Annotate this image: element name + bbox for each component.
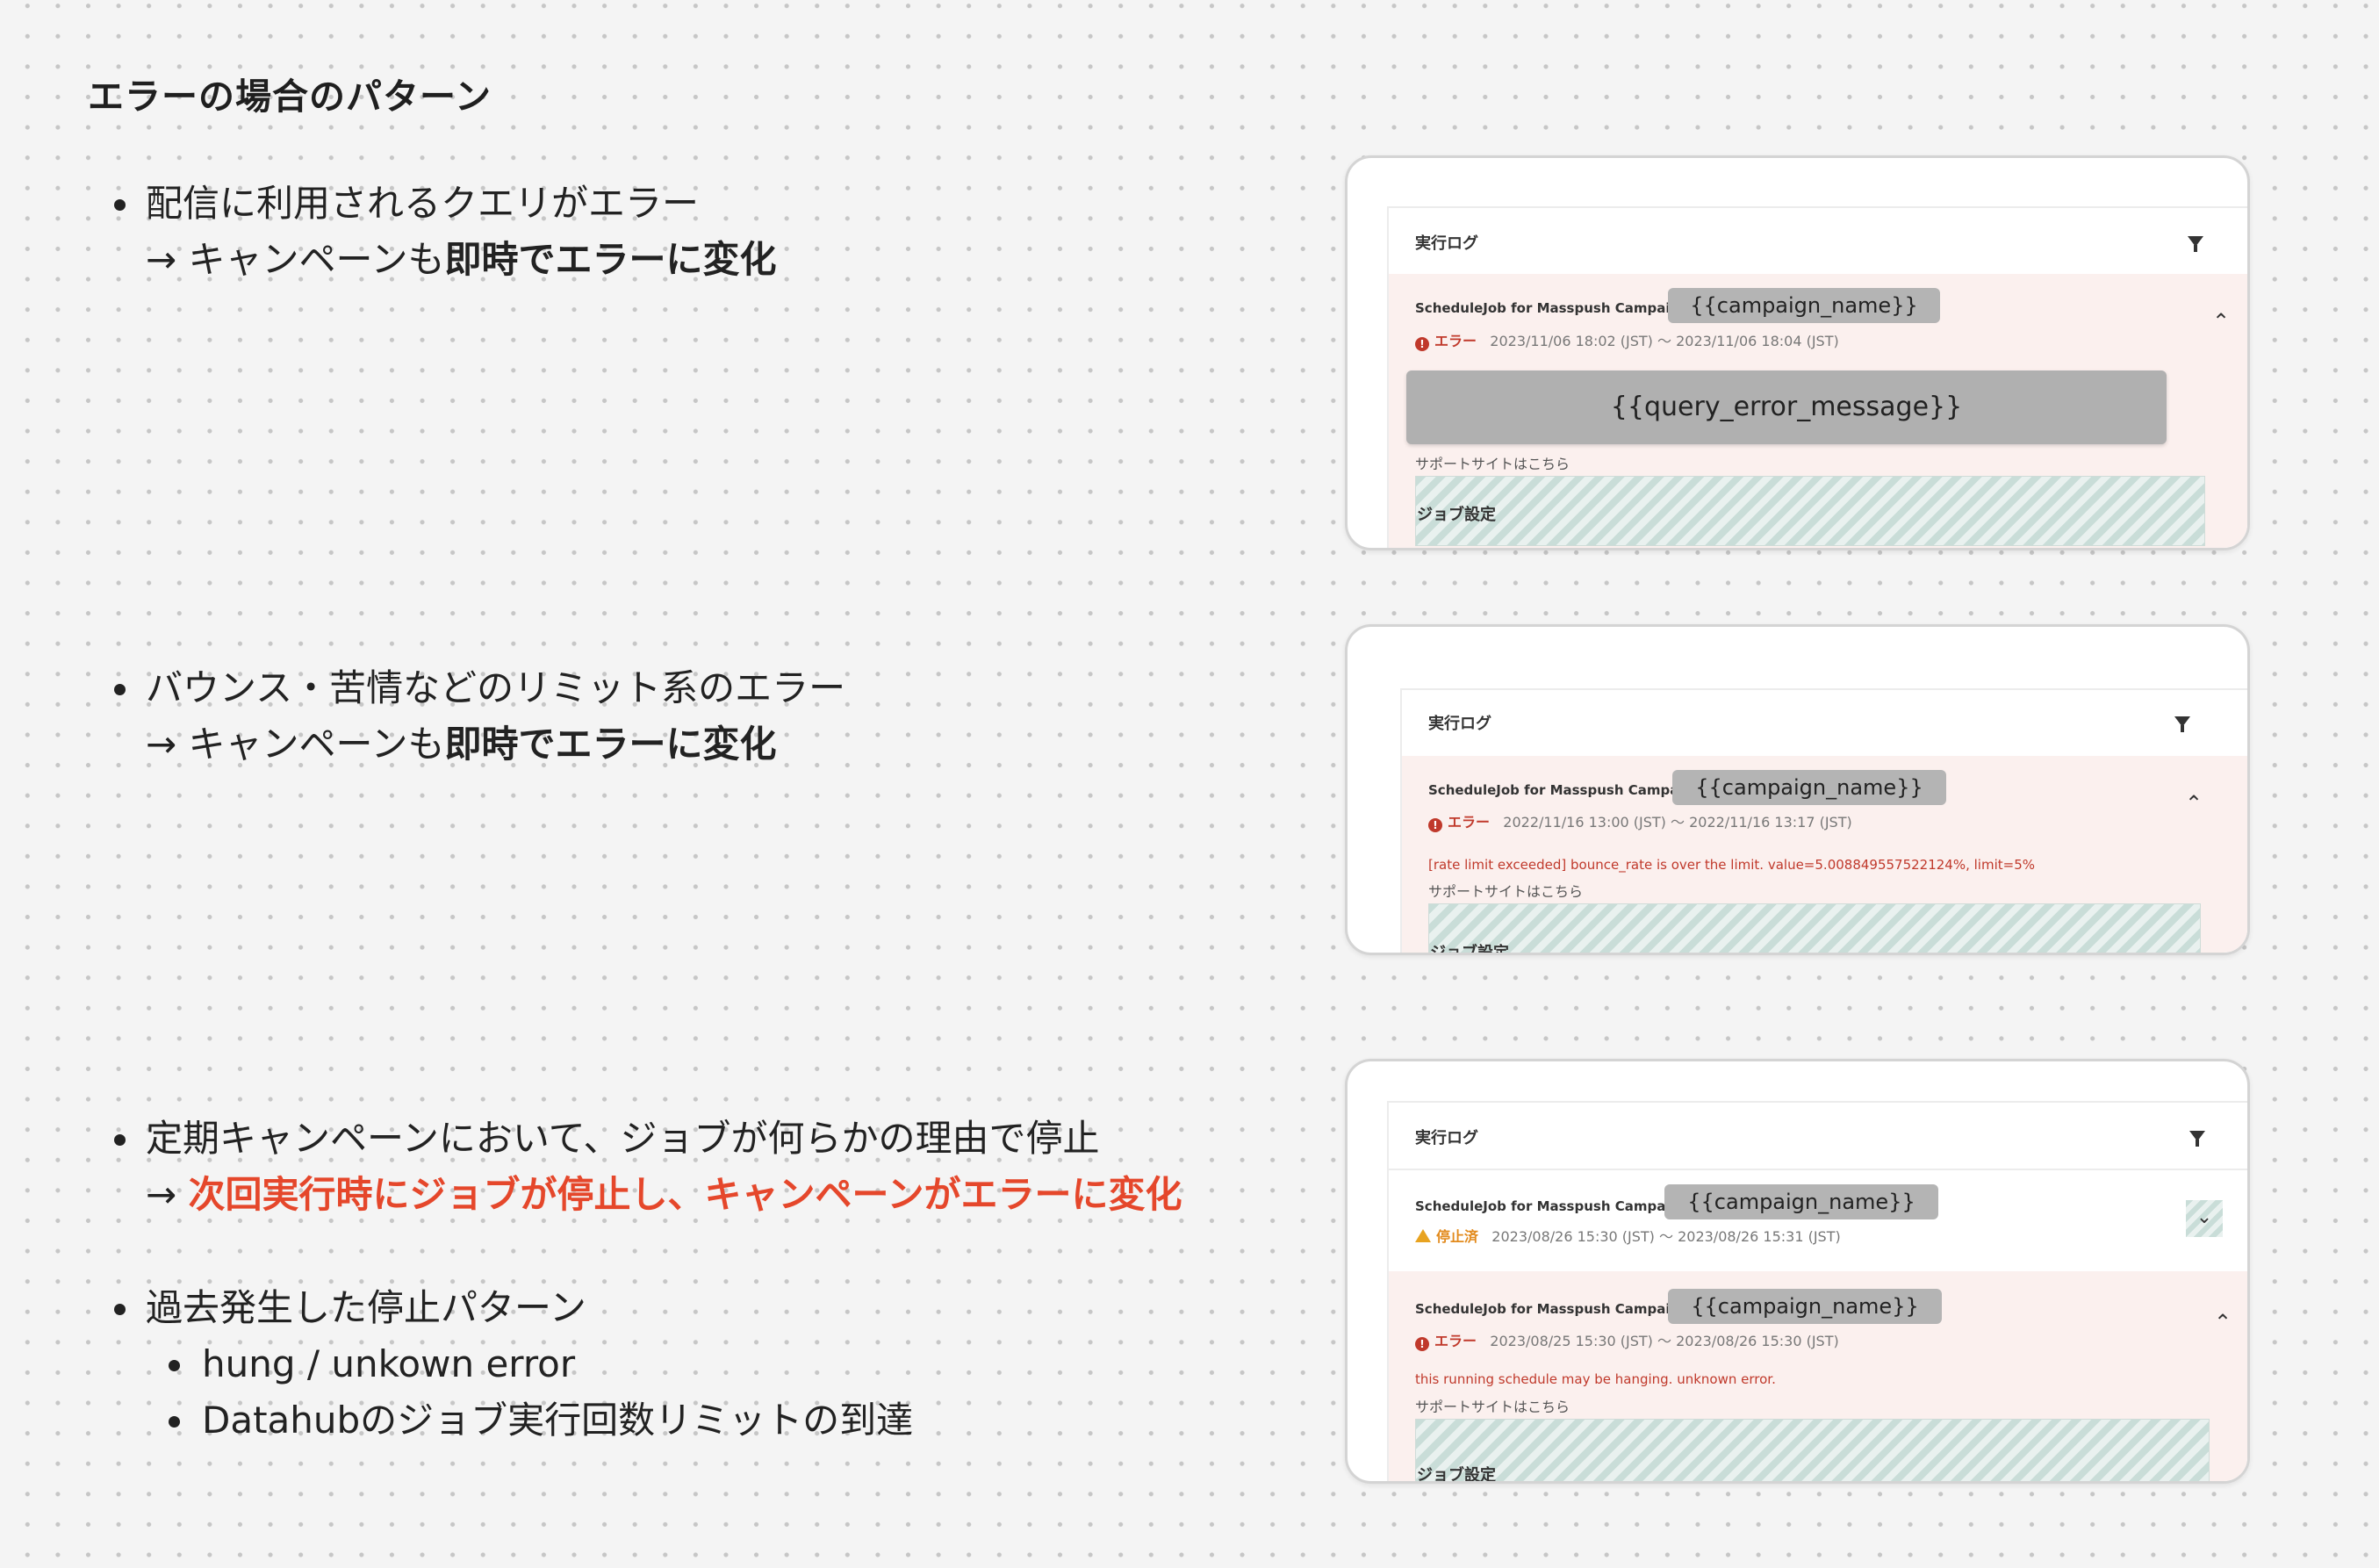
emphasis-text: 即時でエラーに変化: [444, 238, 777, 281]
bullet-text: 定期キャンペーンにおいて、ジョブが何らかの理由で停止: [146, 1117, 1100, 1160]
screenshot-card-limit-error: 実行ログ ScheduleJob for Masspush Campaign: …: [1345, 624, 2250, 955]
status-line: ! エラー 2023/08/25 15:30 (JST) 〜 2023/08/26…: [1415, 1329, 1839, 1351]
time-range: 2023/11/06 18:02 (JST) 〜 2023/11/06 18:0…: [1490, 333, 1839, 349]
bullet-dot: [169, 1360, 180, 1371]
filter-icon[interactable]: [2174, 716, 2190, 732]
filter-icon[interactable]: [2189, 1131, 2205, 1147]
status-line: 停止済 2023/08/26 15:30 (JST) 〜 2023/08/26 …: [1415, 1225, 1841, 1246]
execution-log-panel: 実行ログ ScheduleJob for Masspush Campaign: …: [1387, 1101, 2247, 1484]
log-header: 実行ログ: [1415, 234, 1478, 253]
error-message: this running schedule may be hanging. un…: [1415, 1371, 1776, 1387]
job-settings-section: [1415, 1419, 2210, 1481]
support-link[interactable]: サポートサイトはこちら: [1415, 452, 1570, 473]
arrow-text: → キャンペーンも: [146, 238, 445, 281]
status-label: エラー: [1448, 814, 1491, 831]
time-range: 2022/11/16 13:00 (JST) 〜 2022/11/16 13:1…: [1503, 814, 1852, 831]
job-title: ScheduleJob for Masspush Campaign:: [1415, 1198, 1694, 1214]
bullet-arrow-line: → キャンペーンも即時でエラーに変化: [146, 232, 776, 288]
status-label: エラー: [1434, 333, 1477, 349]
warning-triangle-icon: [1415, 1229, 1431, 1242]
bullet-dot: [114, 199, 126, 211]
support-link[interactable]: サポートサイトはこちら: [1415, 1395, 1570, 1416]
bullet-dot: [169, 1416, 180, 1428]
time-range: 2023/08/26 15:30 (JST) 〜 2023/08/26 15:3…: [1491, 1228, 1841, 1245]
bullet-job-stopped: 定期キャンペーンにおいて、ジョブが何らかの理由で停止 → 次回実行時にジョブが停…: [114, 1111, 1182, 1223]
job-title: ScheduleJob for Masspush Campaign:: [1428, 782, 1707, 798]
job-title: ScheduleJob for Masspush Campaign:: [1415, 1301, 1694, 1317]
job-settings-label: ジョブ設定: [1417, 506, 1496, 524]
campaign-name-placeholder: {{campaign_name}}: [1668, 288, 1940, 323]
time-range: 2023/08/25 15:30 (JST) 〜 2023/08/26 15:3…: [1490, 1333, 1839, 1349]
emphasis-text: 次回実行時にジョブが停止し、キャンペーンがエラーに変化: [188, 1173, 1182, 1216]
error-log-entry[interactable]: ScheduleJob for Masspush Campaign: {{cam…: [1389, 274, 2247, 548]
execution-log-panel: 実行ログ ScheduleJob for Masspush Campaign: …: [1387, 206, 2247, 548]
error-circle-icon: !: [1415, 337, 1429, 351]
bullet-dot: [114, 684, 126, 695]
arrow-text: →: [146, 1173, 189, 1216]
execution-log-panel: 実行ログ ScheduleJob for Masspush Campaign: …: [1400, 688, 2247, 955]
sub-bullet-text: Datahubのジョブ実行回数リミットの到達: [202, 1399, 914, 1442]
campaign-name-placeholder: {{campaign_name}}: [1668, 1289, 1942, 1324]
bullet-past-patterns: 過去発生した停止パターン hung / unkown error Datahub…: [114, 1280, 914, 1449]
log-header: 実行ログ: [1415, 1129, 1478, 1147]
screenshot-card-job-stopped: 実行ログ ScheduleJob for Masspush Campaign: …: [1345, 1059, 2250, 1484]
error-log-entry[interactable]: ScheduleJob for Masspush Campaign: {{cam…: [1402, 756, 2247, 955]
bullet-dot: [114, 1134, 126, 1146]
bullet-text: 配信に利用されるクエリがエラー: [146, 182, 700, 225]
error-log-entry[interactable]: ScheduleJob for Masspush Campaign: {{cam…: [1389, 1271, 2247, 1484]
bullet-dot: [114, 1304, 126, 1315]
query-error-placeholder: {{query_error_message}}: [1406, 370, 2167, 444]
error-circle-icon: !: [1428, 818, 1442, 832]
job-settings-label: ジョブ設定: [1417, 1466, 1496, 1484]
emphasis-text: 即時でエラーに変化: [444, 723, 777, 766]
campaign-name-placeholder: {{campaign_name}}: [1664, 1184, 1938, 1219]
status-line: ! エラー 2023/11/06 18:02 (JST) 〜 2023/11/06…: [1415, 329, 1839, 351]
page-title: エラーの場合のパターン: [88, 76, 492, 118]
filter-icon[interactable]: [2188, 236, 2203, 252]
chevron-up-icon[interactable]: ⌃: [2212, 309, 2230, 334]
chevron-up-icon[interactable]: ⌃: [2214, 1310, 2232, 1334]
bullet-text: 過去発生した停止パターン: [146, 1286, 586, 1329]
status-line: ! エラー 2022/11/16 13:00 (JST) 〜 2022/11/16…: [1428, 810, 1852, 832]
arrow-text: → キャンペーンも: [146, 723, 445, 766]
bullet-arrow-line: → 次回実行時にジョブが停止し、キャンペーンがエラーに変化: [146, 1167, 1182, 1223]
error-message: [rate limit exceeded] bounce_rate is ove…: [1428, 857, 2035, 873]
screenshot-card-query-error: 実行ログ ScheduleJob for Masspush Campaign: …: [1345, 155, 2250, 550]
status-label: エラー: [1434, 1333, 1477, 1349]
stopped-log-entry[interactable]: ScheduleJob for Masspush Campaign: {{cam…: [1389, 1170, 2247, 1271]
sub-bullet: Datahubのジョブ実行回数リミットの到達: [169, 1392, 914, 1449]
chevron-down-icon[interactable]: ⌄: [2186, 1200, 2223, 1237]
bullet-limit-error: バウンス・苦情などのリミット系のエラー → キャンペーンも即時でエラーに変化: [114, 660, 846, 773]
support-link[interactable]: サポートサイトはこちら: [1428, 880, 1583, 901]
sub-bullet: hung / unkown error: [169, 1336, 913, 1392]
status-label: 停止済: [1436, 1228, 1479, 1245]
error-circle-icon: !: [1415, 1337, 1429, 1351]
bullet-arrow-line: → キャンペーンも即時でエラーに変化: [146, 716, 845, 773]
job-settings-section: [1428, 903, 2201, 953]
bullet-query-error: 配信に利用されるクエリがエラー → キャンペーンも即時でエラーに変化: [114, 176, 776, 288]
job-title: ScheduleJob for Masspush Campaign:: [1415, 300, 1694, 316]
sub-bullet-text: hung / unkown error: [202, 1342, 576, 1385]
job-settings-label: ジョブ設定: [1430, 944, 1509, 955]
bullet-text: バウンス・苦情などのリミット系のエラー: [146, 666, 846, 709]
job-settings-section: [1415, 476, 2205, 546]
log-header: 実行ログ: [1428, 715, 1491, 733]
chevron-up-icon[interactable]: ⌃: [2185, 791, 2203, 816]
campaign-name-placeholder: {{campaign_name}}: [1672, 770, 1946, 805]
